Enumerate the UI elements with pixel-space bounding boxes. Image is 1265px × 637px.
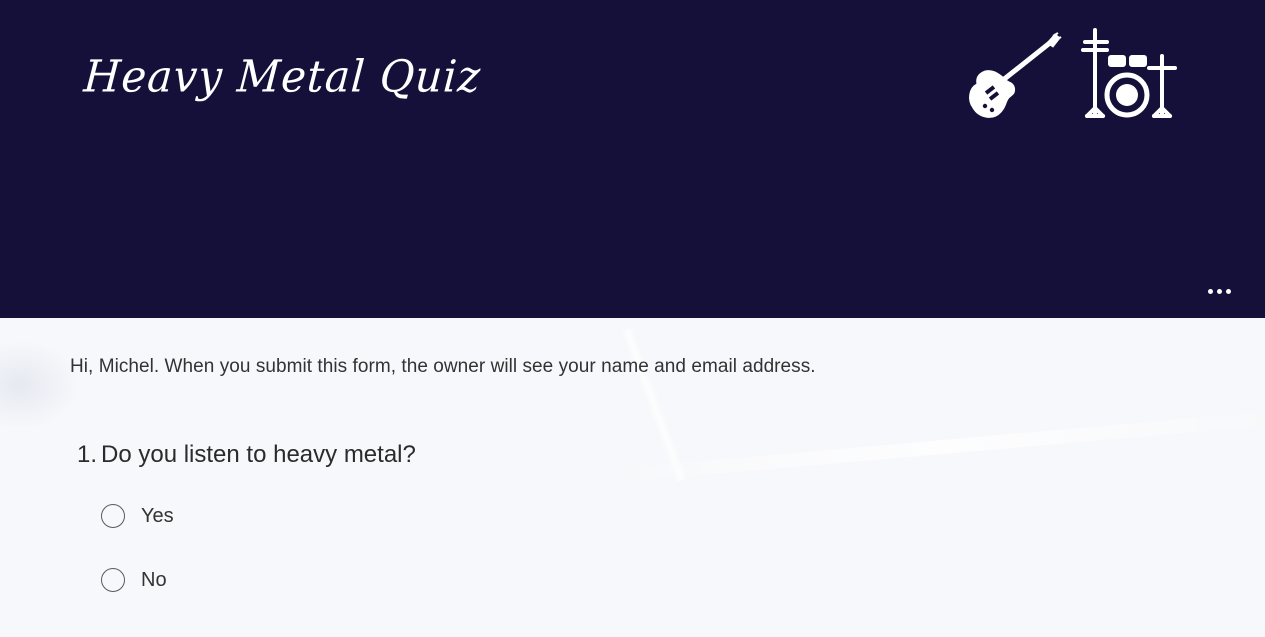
answer-label-no: No: [141, 568, 167, 591]
more-horizontal-icon: [1216, 288, 1222, 294]
background-streak: [599, 409, 1265, 484]
electric-guitar-icon: [969, 32, 1062, 118]
form-header-banner: Heavy Metal Quiz: [0, 0, 1265, 318]
form-title: Heavy Metal Quiz: [82, 50, 483, 103]
drum-kit-icon: [1081, 28, 1177, 118]
answer-option-yes[interactable]: Yes: [101, 504, 174, 528]
question-number: 1.: [77, 441, 98, 468]
background-glow: [0, 340, 80, 430]
more-horizontal-icon: [1225, 288, 1231, 294]
more-options-button[interactable]: [1202, 280, 1236, 302]
radio-button-no[interactable]: [101, 568, 125, 592]
identity-notice: Hi, Michel. When you submit this form, t…: [70, 356, 816, 377]
more-horizontal-icon: [1207, 288, 1213, 294]
answer-label-yes: Yes: [141, 504, 174, 527]
form-page: Heavy Metal Quiz Hi, Michel. When you su…: [0, 0, 1265, 637]
answer-option-no[interactable]: No: [101, 568, 167, 592]
instruments-illustration: [969, 28, 1177, 118]
background-streak: [620, 327, 689, 483]
question-title: 1. Do you listen to heavy metal?: [77, 441, 416, 469]
question-text: Do you listen to heavy metal?: [101, 441, 416, 468]
radio-button-yes[interactable]: [101, 504, 125, 528]
